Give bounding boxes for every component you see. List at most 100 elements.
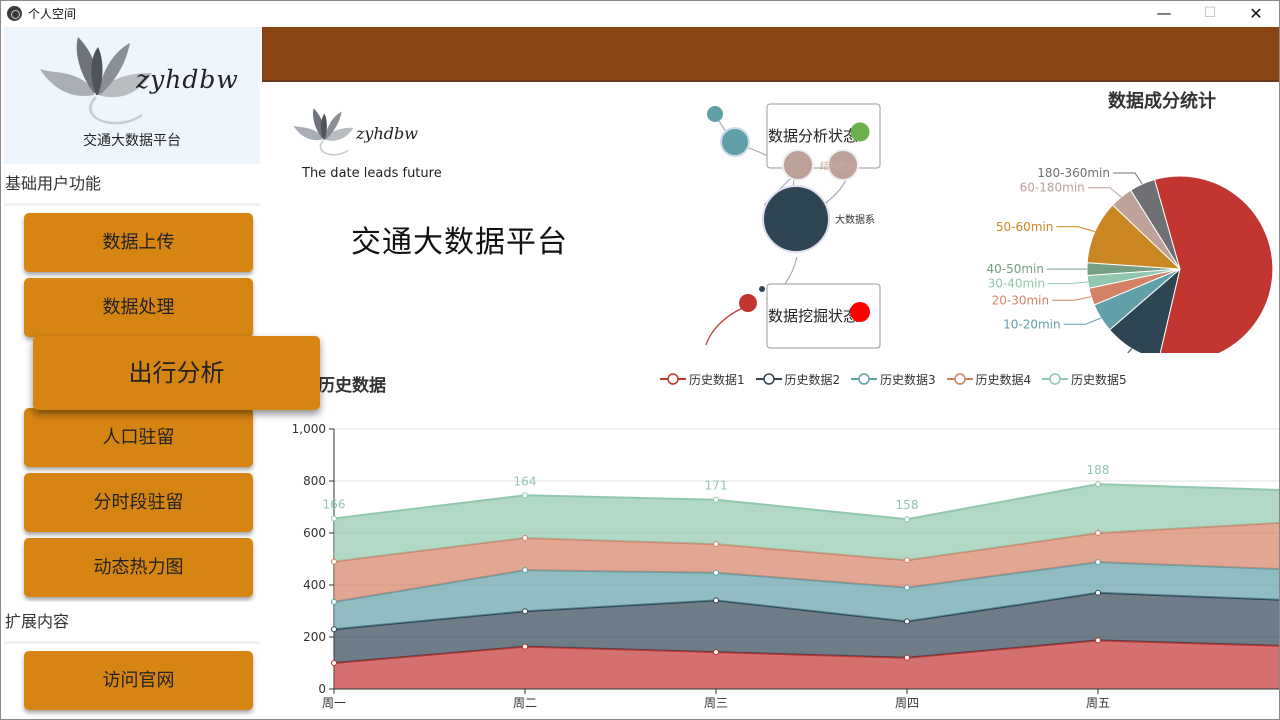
data-point[interactable] [1095, 481, 1101, 488]
composition-pie-chart: 1-10min 10-20min 20-30min 30-40min40-50min 5… [987, 166, 1274, 353]
data-point[interactable] [331, 660, 337, 666]
menu-visit-website[interactable]: 访问官网 [24, 651, 253, 710]
pie-label-line [1087, 187, 1122, 198]
close-button[interactable]: ✕ [1233, 1, 1279, 26]
pie-label: 1-10min [1048, 352, 1098, 353]
x-tick-label: 周五 [1086, 696, 1110, 710]
x-tick-label: 周二 [513, 696, 537, 710]
data-point[interactable] [331, 626, 337, 633]
app-window: 个人空间 — ☐ ✕ zyhdbw 交通大数据平台 基础用户功能 数据上传 数据… [0, 0, 1280, 720]
menu-timeslot-stay[interactable]: 分时段驻留 [24, 473, 253, 532]
data-point[interactable] [1095, 559, 1101, 566]
graph-node-bigdata [762, 185, 830, 253]
small-lotus-logo-icon [293, 108, 354, 156]
legend-marker-icon [660, 373, 686, 385]
pie-title: 数据成分统计 [1108, 91, 1216, 112]
main-content: zyhdbw The date leads future 交通大数据平台 数据分… [262, 27, 1279, 719]
data-point[interactable] [1095, 589, 1101, 596]
pie-label: 180-360min [1037, 166, 1110, 180]
data-point[interactable] [522, 643, 528, 650]
data-point[interactable] [331, 598, 337, 605]
section-basic-functions: 基础用户功能 [4, 164, 260, 206]
graph-node-teal [720, 127, 750, 157]
graph-label-bigdata: 大数据系 [835, 213, 875, 226]
graph-node-red [850, 302, 870, 322]
menu-data-processing[interactable]: 数据处理 [24, 278, 253, 337]
data-point[interactable] [331, 515, 337, 522]
data-label: 158 [896, 498, 919, 512]
data-point[interactable] [1095, 637, 1101, 644]
data-point[interactable] [713, 541, 719, 548]
pie-label-line [1113, 172, 1143, 185]
menu-population-stay[interactable]: 人口驻留 [24, 408, 253, 467]
chart-title: 历史数据 [318, 376, 386, 396]
pie-label: 10-20min [1003, 317, 1061, 331]
data-point[interactable] [904, 557, 910, 564]
hero-brand: zyhdbw [356, 124, 418, 143]
maximize-button[interactable]: ☐ [1187, 1, 1233, 26]
data-point[interactable] [904, 618, 910, 625]
legend-label: 历史数据1 [689, 373, 745, 387]
data-point[interactable] [1095, 530, 1101, 536]
y-tick-label: 1,000 [292, 422, 326, 436]
y-tick-label: 0 [318, 682, 326, 696]
graph-label-structured: 结构数据 [820, 160, 856, 172]
pie-label: 40-50min [987, 262, 1045, 276]
header-bar [262, 27, 1279, 82]
graph-node-small-teal [707, 106, 723, 122]
y-tick-label: 200 [303, 630, 326, 644]
pie-label-line [1127, 348, 1133, 353]
data-point[interactable] [713, 649, 719, 656]
graph-node-beige-1 [782, 149, 814, 181]
pie-label-line [1056, 226, 1096, 233]
pie-label: 20-30min [992, 293, 1050, 307]
data-point[interactable] [904, 584, 910, 591]
sidebar-brand: zyhdbw [136, 65, 239, 94]
data-point[interactable] [713, 569, 719, 576]
legend-marker-icon [851, 373, 877, 385]
menu-travel-analysis[interactable]: 出行分析 [33, 336, 320, 410]
legend-label: 历史数据3 [880, 373, 936, 387]
x-tick-label: 周一 [322, 696, 346, 710]
menu-data-upload[interactable]: 数据上传 [24, 213, 253, 272]
data-point[interactable] [522, 534, 528, 541]
menu-dynamic-heatmap[interactable]: 动态热力图 [24, 538, 253, 597]
x-tick-label: 周四 [895, 696, 919, 710]
hero-tagline: The date leads future [302, 166, 442, 181]
data-point[interactable] [713, 597, 719, 604]
data-point[interactable] [713, 496, 719, 503]
pie-label-line [1048, 281, 1088, 285]
data-point[interactable] [904, 516, 910, 523]
graph-label-mining: 数据挖掘状态 [768, 307, 858, 325]
title-bar: 个人空间 — ☐ ✕ [1, 1, 1279, 26]
graph-node-dot [759, 286, 765, 292]
data-point[interactable] [904, 654, 910, 661]
data-point[interactable] [522, 608, 528, 615]
legend-marker-icon [946, 373, 973, 385]
pie-label: 50-60min [996, 220, 1054, 234]
legend-label: 历史数据5 [1071, 373, 1127, 387]
pie-label: 30-40min [988, 277, 1046, 291]
hero-title: 交通大数据平台 [351, 225, 568, 260]
legend-marker-icon [755, 373, 782, 385]
data-point[interactable] [522, 492, 528, 499]
history-area-chart: 0 200 400 600 800 1,000 166 164 171 158 188 周一 周二 周三 周… [292, 422, 1279, 710]
x-tick-label: 周三 [704, 696, 728, 710]
graph-label-analysis: 数据分析状态 [768, 127, 858, 145]
legend-label: 历史数据4 [975, 373, 1032, 387]
data-label: 188 [1087, 463, 1110, 477]
sidebar: zyhdbw 交通大数据平台 基础用户功能 数据上传 数据处理 出行分析 人口驻… [4, 27, 320, 719]
data-label: 164 [514, 474, 537, 488]
app-icon [7, 6, 22, 21]
pie-label-line [1063, 317, 1102, 325]
graph-node-red-small [739, 294, 757, 312]
data-label: 166 [323, 497, 346, 511]
relation-graph: 数据分析状态 数据挖掘状态 结构数据 大数据系 [705, 103, 881, 349]
minimize-button[interactable]: — [1141, 1, 1187, 26]
sidebar-logo-area: zyhdbw 交通大数据平台 [4, 27, 260, 164]
data-point[interactable] [522, 567, 528, 574]
y-tick-label: 800 [303, 474, 326, 488]
graph-node-green [850, 122, 870, 142]
legend-label: 历史数据2 [784, 373, 841, 387]
data-point[interactable] [331, 558, 337, 565]
